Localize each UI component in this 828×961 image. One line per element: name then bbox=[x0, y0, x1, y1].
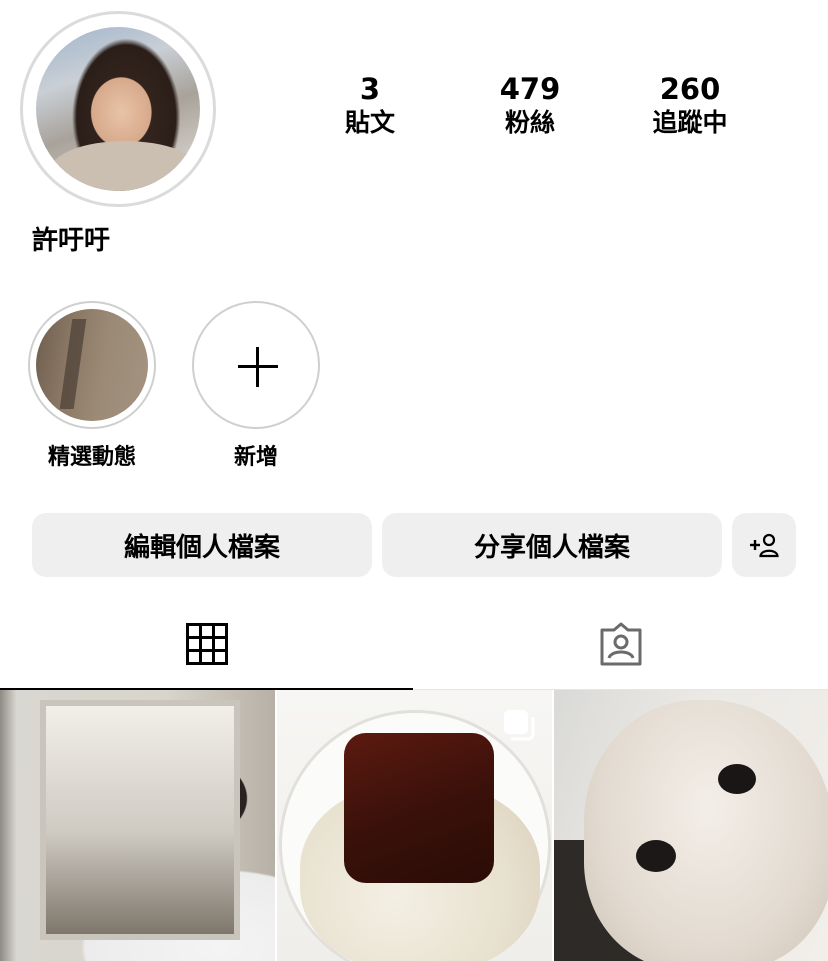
highlight-featured-cover bbox=[36, 309, 148, 421]
post-thumbnail-2[interactable] bbox=[277, 690, 552, 961]
person-add-icon bbox=[750, 533, 779, 558]
tab-posts-grid[interactable] bbox=[0, 600, 413, 690]
post-2-pork bbox=[344, 733, 494, 883]
avatar-photo-shoulder bbox=[50, 141, 200, 191]
post-3-dog-nose bbox=[636, 840, 676, 872]
post-thumbnail-3[interactable] bbox=[554, 690, 828, 961]
plus-icon-vertical bbox=[256, 347, 259, 387]
tagged-person-icon bbox=[600, 622, 642, 665]
stat-followers[interactable]: 479 粉絲 bbox=[450, 72, 610, 140]
highlight-new[interactable]: 新增 bbox=[191, 301, 321, 471]
post-thumbnail-1[interactable] bbox=[0, 690, 275, 961]
stat-following-label: 追蹤中 bbox=[652, 108, 728, 137]
new-highlight-circle bbox=[192, 301, 320, 429]
highlight-featured-circle bbox=[28, 301, 156, 429]
tab-tagged[interactable] bbox=[414, 600, 828, 690]
stat-followers-count: 479 bbox=[499, 72, 561, 106]
post-3-dog-eye bbox=[718, 764, 756, 794]
stat-posts[interactable]: 3 貼文 bbox=[290, 72, 450, 140]
post-3-image bbox=[584, 700, 828, 961]
profile-name: 許吁吁 bbox=[32, 226, 111, 256]
highlight-cover-shadow bbox=[59, 319, 87, 409]
highlight-featured[interactable]: 精選動態 bbox=[27, 301, 157, 471]
multiple-posts-icon bbox=[504, 710, 535, 741]
stat-posts-count: 3 bbox=[359, 72, 381, 106]
grid-icon bbox=[185, 623, 228, 665]
discover-people-button[interactable] bbox=[732, 513, 796, 577]
share-profile-button[interactable]: 分享個人檔案 bbox=[382, 513, 722, 577]
stat-followers-label: 粉絲 bbox=[504, 108, 555, 137]
profile-avatar-ring[interactable] bbox=[20, 11, 216, 207]
stat-following[interactable]: 260 追蹤中 bbox=[610, 72, 770, 140]
stat-following-count: 260 bbox=[659, 72, 721, 106]
highlight-featured-label: 精選動態 bbox=[47, 445, 136, 470]
profile-stats: 3 貼文 479 粉絲 260 追蹤中 bbox=[290, 72, 770, 140]
post-2-image bbox=[279, 710, 551, 961]
stat-posts-label: 貼文 bbox=[344, 108, 395, 137]
avatar[interactable] bbox=[36, 27, 200, 191]
edit-profile-button[interactable]: 編輯個人檔案 bbox=[32, 513, 372, 577]
highlight-new-label: 新增 bbox=[233, 445, 278, 470]
post-1-image bbox=[40, 700, 240, 940]
